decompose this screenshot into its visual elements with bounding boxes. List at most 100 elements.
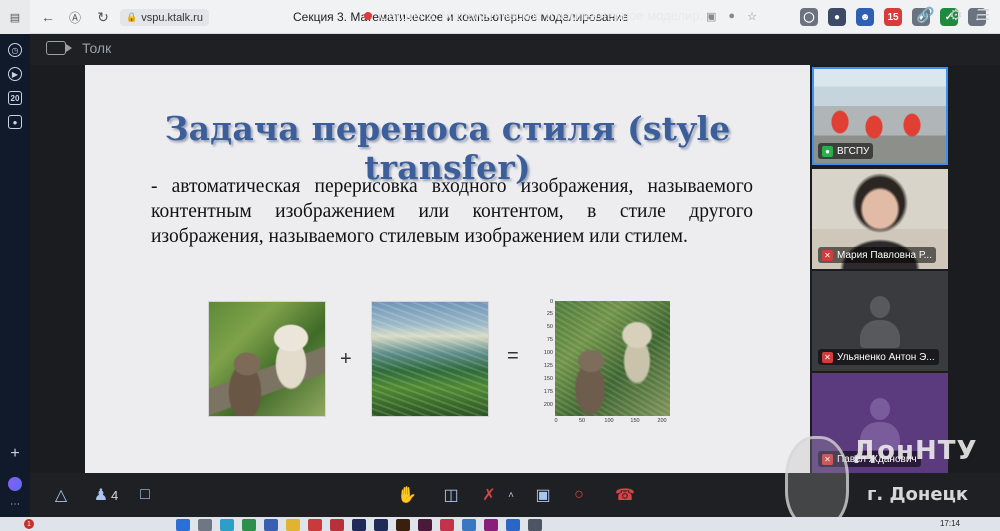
y-tick: 0: [549, 299, 553, 305]
content-image: [208, 301, 326, 417]
calendar-20-icon[interactable]: 20: [7, 90, 23, 106]
files-icon[interactable]: [264, 519, 278, 531]
lock-icon: 🔒: [126, 12, 138, 22]
y-tick: 175: [543, 389, 553, 395]
app-header: Толк: [30, 34, 1000, 65]
video-camera-icon: [46, 41, 72, 55]
indesign-icon[interactable]: [418, 519, 432, 531]
participant-label: ✕ Ульяненко Антон Э...: [818, 349, 939, 365]
chrome-icon[interactable]: [242, 519, 256, 531]
avatar-placeholder-icon: [860, 398, 900, 450]
participant-tile[interactable]: ✕ Ульяненко Антон Э...: [812, 271, 948, 371]
edge-icon[interactable]: [220, 519, 234, 531]
sidebar-header: ▤: [0, 0, 30, 34]
photoshop-icon[interactable]: [374, 519, 388, 531]
participants-panel: ● ВГСПУ ✕ Мария Павловна Р... ✕ Ульяненк…: [812, 65, 948, 473]
search-icon[interactable]: [198, 519, 212, 531]
raise-hand-icon[interactable]: ✋: [396, 484, 418, 506]
taskbar-apps: [176, 519, 542, 531]
participants-icon: ♟: [93, 487, 109, 504]
participant-label: ✕ Мария Павловна Р...: [818, 247, 936, 263]
x-tick: 0: [554, 418, 558, 424]
yandex-browser-icon[interactable]: [330, 519, 344, 531]
acrobat-icon[interactable]: [440, 519, 454, 531]
call-toolbar: △ ♟ 4 □ ✋ ◫ ✗ ˄ ▣ ○ ☎: [30, 473, 1000, 517]
meeting-title: Секция 3. Математическое и компьютерное …: [379, 8, 711, 23]
windows-start-icon[interactable]: [176, 519, 190, 531]
shared-slide: Задача переноса стиля (style transfer) -…: [85, 65, 810, 473]
avatar-placeholder-icon: [860, 296, 900, 348]
more-icon[interactable]: ⋯: [7, 496, 23, 512]
system-clock: 17:14: [939, 519, 960, 528]
os-taskbar: 1 17:14: [0, 517, 1000, 531]
mic-on-icon: ●: [822, 145, 833, 157]
y-tick: 100: [543, 350, 553, 356]
address-bar[interactable]: 🔒 vspu.ktalk.ru: [120, 9, 209, 26]
participants-button[interactable]: ♟ 4: [86, 484, 126, 506]
globe-icon[interactable]: ◯: [800, 8, 818, 26]
participant-tile[interactable]: ✕ Павел Жданович: [812, 373, 948, 473]
chevron-up-icon[interactable]: ˄: [504, 484, 518, 506]
mic-off-icon: ✕: [822, 351, 833, 363]
screen-record-icon[interactable]: ●: [7, 114, 23, 130]
back-button[interactable]: ←: [38, 7, 58, 27]
slide-body: - автоматическая перерисовка входного из…: [151, 176, 753, 247]
app-icon[interactable]: [528, 519, 542, 531]
mail-icon[interactable]: [308, 519, 322, 531]
folder-icon[interactable]: [286, 519, 300, 531]
mic-muted-icon[interactable]: ✗: [478, 484, 500, 506]
participant-tile[interactable]: ✕ Мария Павловна Р...: [812, 169, 948, 269]
illustrator-icon[interactable]: [396, 519, 410, 531]
calendar-icon[interactable]: 15: [884, 8, 902, 26]
bookmark-icon[interactable]: ☆: [747, 10, 757, 23]
shapes-icon[interactable]: △: [50, 484, 72, 506]
camera-icon[interactable]: ▣: [532, 484, 554, 506]
mic-off-icon: ✕: [822, 453, 833, 465]
participant-tile[interactable]: ● ВГСПУ: [812, 67, 948, 165]
participant-label: ● ВГСПУ: [818, 143, 874, 159]
onenote-icon[interactable]: [484, 519, 498, 531]
participant-name: Павел Жданович: [837, 453, 917, 465]
x-tick: 200: [657, 418, 667, 424]
presentation-stage: Задача переноса стиля (style transfer) -…: [30, 65, 812, 473]
mic-permission-icon[interactable]: ●: [728, 10, 735, 23]
x-tick: 100: [604, 418, 614, 424]
url-text: vspu.ktalk.ru: [141, 11, 203, 24]
history-icon[interactable]: ◷: [7, 42, 23, 58]
yandex-button[interactable]: Ⓐ: [65, 7, 85, 27]
person-icon[interactable]: ☻: [856, 8, 874, 26]
screen-share-icon[interactable]: ◫: [440, 484, 462, 506]
play-icon[interactable]: ▶: [7, 66, 23, 82]
planet-icon[interactable]: ●: [828, 8, 846, 26]
header-actions: 🔗 ⚙ ☰: [916, 6, 990, 24]
app-name: Толк: [82, 40, 112, 56]
alice-icon[interactable]: [7, 476, 23, 492]
equals-sign: =: [507, 345, 519, 367]
x-tick: 150: [630, 418, 640, 424]
record-icon[interactable]: ○: [568, 484, 590, 506]
participants-count: 4: [111, 487, 119, 503]
chat-icon[interactable]: □: [134, 484, 156, 506]
link-icon[interactable]: 🔗: [916, 6, 935, 24]
add-icon[interactable]: +: [7, 445, 23, 462]
address-extras: ▣ ● ☆: [706, 10, 757, 23]
y-tick: 150: [543, 376, 553, 382]
participant-name: Ульяненко Антон Э...: [837, 351, 935, 363]
word-icon[interactable]: [462, 519, 476, 531]
x-tick: 50: [578, 418, 586, 424]
menu-icon[interactable]: ☰: [977, 6, 990, 24]
premiere-icon[interactable]: [352, 519, 366, 531]
recording-indicator: [364, 12, 372, 20]
style-image: [371, 301, 489, 417]
app-logo: Толк: [46, 40, 111, 56]
notification-badge[interactable]: 1: [24, 519, 34, 529]
y-tick: 50: [546, 324, 553, 330]
gear-icon[interactable]: ⚙: [949, 6, 962, 24]
tabs-icon[interactable]: ▤: [5, 7, 25, 27]
hang-up-icon[interactable]: ☎: [614, 484, 636, 506]
browser-sidebar: ▤ ◷ ▶ 20 ● + ⋯: [0, 0, 30, 531]
y-tick: 200: [543, 402, 553, 408]
y-tick: 75: [546, 337, 553, 343]
reload-button[interactable]: ↻: [93, 7, 113, 27]
vscode-icon[interactable]: [506, 519, 520, 531]
